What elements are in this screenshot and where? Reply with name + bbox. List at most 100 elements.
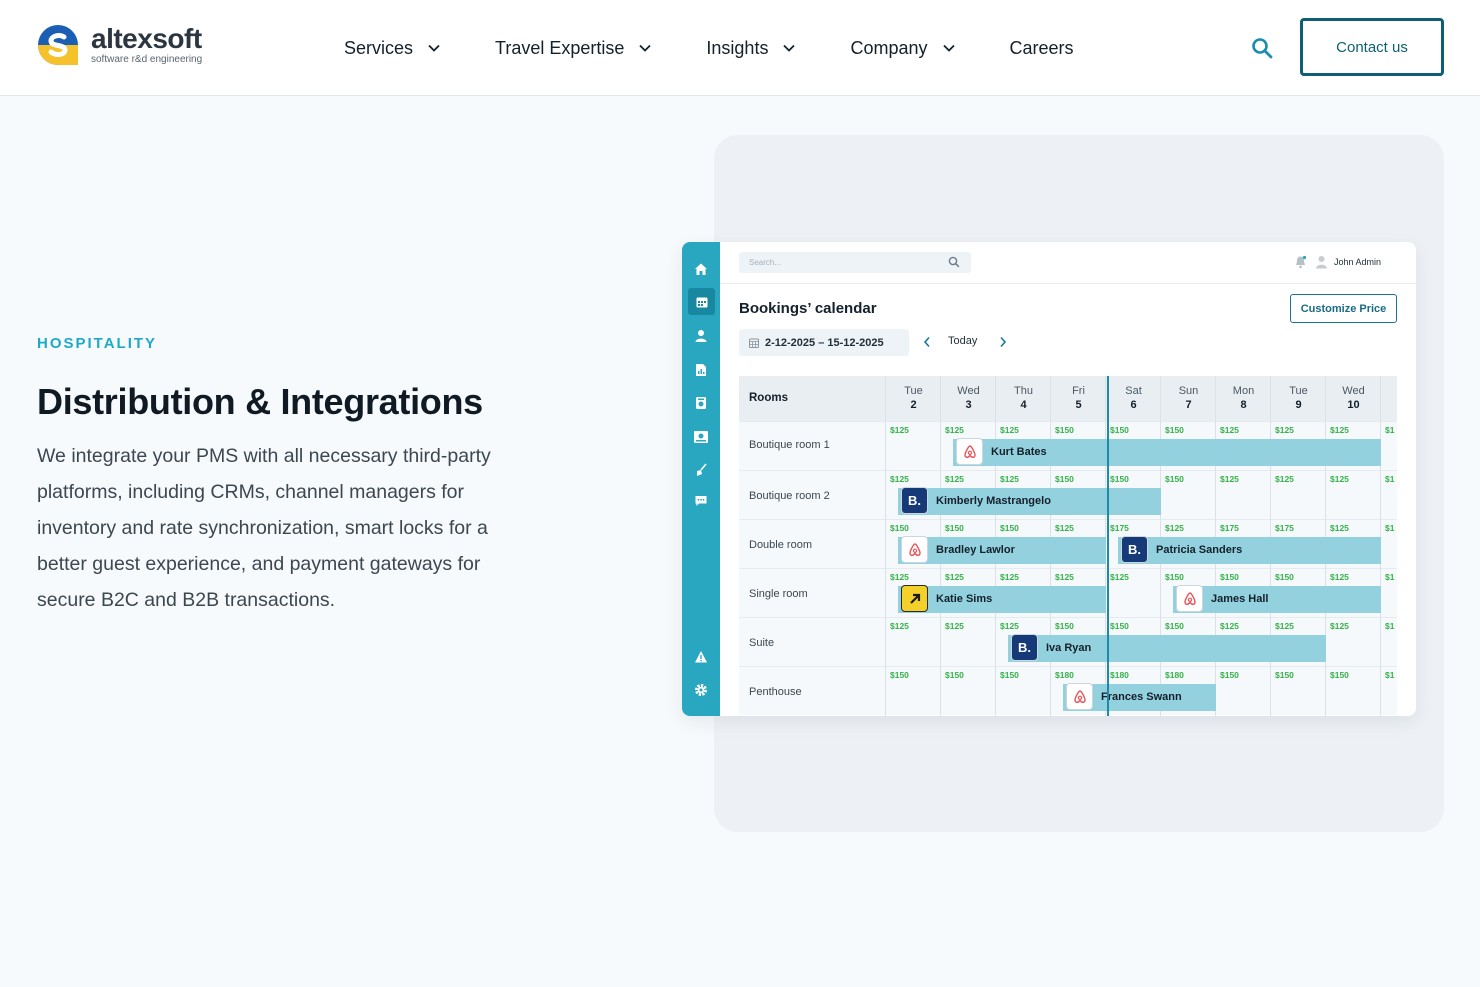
user-name[interactable]: John Admin: [1334, 257, 1381, 267]
search-icon[interactable]: [948, 256, 960, 268]
avatar-icon[interactable]: [1315, 255, 1328, 269]
day-price[interactable]: $125: [1275, 474, 1294, 484]
search-icon[interactable]: [1250, 36, 1274, 60]
day-price[interactable]: $1: [1385, 425, 1394, 435]
day-price[interactable]: $150: [1165, 572, 1184, 582]
room-name: Double room: [749, 539, 812, 551]
reception-icon[interactable]: [691, 427, 711, 447]
settings-icon[interactable]: [691, 680, 711, 700]
day-price[interactable]: $150: [1000, 670, 1019, 680]
day-price[interactable]: $1: [1385, 572, 1394, 582]
day-price[interactable]: $125: [945, 474, 964, 484]
app-search-input[interactable]: Search...: [739, 252, 971, 273]
chat-icon[interactable]: [691, 491, 711, 511]
day-price[interactable]: $150: [1330, 670, 1349, 680]
day-price[interactable]: $150: [1000, 523, 1019, 533]
day-price[interactable]: $125: [1055, 523, 1074, 533]
day-price[interactable]: $125: [890, 621, 909, 631]
chevron-left-icon[interactable]: [922, 335, 932, 349]
contact-us-button[interactable]: Contact us: [1300, 18, 1444, 76]
day-price[interactable]: $150: [1165, 621, 1184, 631]
day-price[interactable]: $125: [1000, 425, 1019, 435]
day-price[interactable]: $150: [1220, 572, 1239, 582]
menu-item-services[interactable]: Services: [344, 34, 441, 62]
day-price[interactable]: $125: [945, 572, 964, 582]
day-price[interactable]: $150: [1110, 425, 1129, 435]
day-of-week: Sat: [1125, 385, 1142, 397]
today-button[interactable]: Today: [948, 335, 977, 347]
day-price[interactable]: $150: [1165, 425, 1184, 435]
app-sidebar: [682, 242, 720, 716]
alert-icon[interactable]: [691, 647, 711, 667]
day-price[interactable]: $180: [1110, 670, 1129, 680]
home-icon[interactable]: [691, 259, 711, 279]
day-price[interactable]: $125: [1055, 572, 1074, 582]
guest-name: James Hall: [1211, 593, 1269, 605]
user-icon[interactable]: [691, 326, 711, 346]
day-price[interactable]: $175: [1220, 523, 1239, 533]
customize-price-button[interactable]: Customize Price: [1290, 294, 1397, 323]
day-price[interactable]: $125: [1220, 621, 1239, 631]
day-price[interactable]: $150: [1110, 621, 1129, 631]
day-price[interactable]: $125: [1330, 621, 1349, 631]
day-price[interactable]: $150: [1220, 670, 1239, 680]
day-price[interactable]: $175: [1275, 523, 1294, 533]
menu-item-insights[interactable]: Insights: [706, 34, 796, 62]
day-price[interactable]: $150: [1165, 474, 1184, 484]
day-price[interactable]: $125: [1330, 425, 1349, 435]
day-price[interactable]: $150: [890, 523, 909, 533]
booking-bar[interactable]: [898, 586, 1106, 613]
day-price[interactable]: $180: [1055, 670, 1074, 680]
day-price[interactable]: $125: [1275, 621, 1294, 631]
date-range-picker[interactable]: 2-12-2025 – 15-12-2025: [739, 329, 909, 356]
menu-item-company[interactable]: Company: [850, 34, 955, 62]
menu-item-travel-expertise[interactable]: Travel Expertise: [495, 34, 652, 62]
broom-icon[interactable]: [691, 460, 711, 480]
day-price[interactable]: $1: [1385, 670, 1394, 680]
arrow-channel-icon: [901, 585, 928, 612]
day-price[interactable]: $1: [1385, 523, 1394, 533]
day-price[interactable]: $125: [945, 621, 964, 631]
day-price[interactable]: $175: [1110, 523, 1129, 533]
printer-icon[interactable]: [691, 393, 711, 413]
day-price[interactable]: $150: [945, 670, 964, 680]
day-number: 4: [1020, 399, 1027, 411]
bell-icon[interactable]: [1294, 255, 1307, 269]
main-menu: Services Travel Expertise Insights Compa…: [344, 34, 1128, 62]
day-price[interactable]: $150: [1275, 670, 1294, 680]
day-price[interactable]: $125: [1000, 474, 1019, 484]
day-price[interactable]: $125: [1330, 523, 1349, 533]
day-price[interactable]: $125: [890, 474, 909, 484]
day-price[interactable]: $150: [1275, 572, 1294, 582]
day-price[interactable]: $125: [1275, 425, 1294, 435]
report-icon[interactable]: [691, 360, 711, 380]
logo[interactable]: altexsoft software r&d engineering: [37, 24, 202, 68]
day-price[interactable]: $125: [890, 425, 909, 435]
day-price[interactable]: $150: [945, 523, 964, 533]
day-price[interactable]: $125: [1330, 474, 1349, 484]
day-price[interactable]: $150: [890, 670, 909, 680]
booking-bar[interactable]: [1173, 586, 1381, 613]
day-price[interactable]: $180: [1165, 670, 1184, 680]
day-price[interactable]: $125: [1165, 523, 1184, 533]
calendar-icon[interactable]: [688, 288, 715, 315]
day-price[interactable]: $125: [945, 425, 964, 435]
day-price[interactable]: $125: [1000, 621, 1019, 631]
day-of-week: Tue: [904, 385, 923, 397]
day-price[interactable]: $125: [1220, 425, 1239, 435]
day-price[interactable]: $125: [1330, 572, 1349, 582]
day-price[interactable]: $150: [1055, 474, 1074, 484]
day-price[interactable]: $150: [1110, 474, 1129, 484]
day-price[interactable]: $1: [1385, 621, 1394, 631]
chevron-down-icon: [639, 44, 652, 52]
day-price[interactable]: $125: [1110, 572, 1129, 582]
day-price[interactable]: $125: [1220, 474, 1239, 484]
day-price[interactable]: $150: [1055, 621, 1074, 631]
day-price[interactable]: $150: [1055, 425, 1074, 435]
day-price[interactable]: $1: [1385, 474, 1394, 484]
day-number: 10: [1347, 399, 1360, 411]
menu-item-careers[interactable]: Careers: [1010, 34, 1074, 62]
day-price[interactable]: $125: [890, 572, 909, 582]
chevron-right-icon[interactable]: [998, 335, 1008, 349]
day-price[interactable]: $125: [1000, 572, 1019, 582]
